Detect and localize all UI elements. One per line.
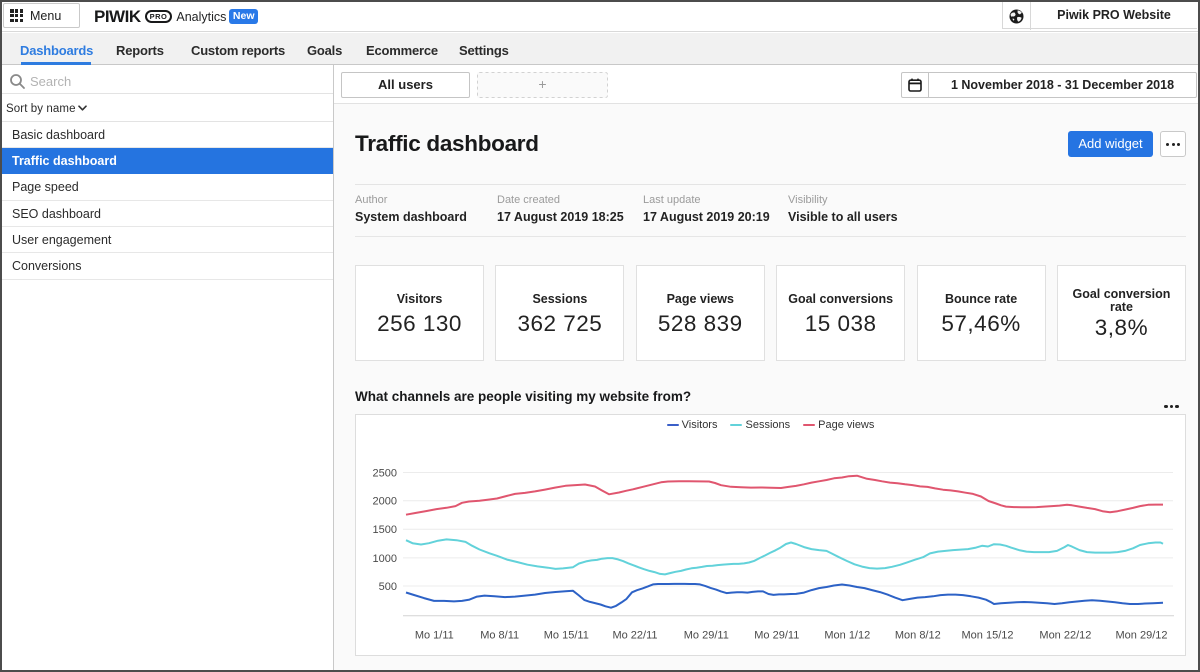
svg-text:1500: 1500 [373, 524, 397, 536]
svg-text:Mon 15/12: Mon 15/12 [962, 630, 1014, 642]
svg-text:500: 500 [379, 581, 397, 593]
svg-text:Mo 1/11: Mo 1/11 [415, 630, 454, 642]
svg-text:Mon 8/12: Mon 8/12 [895, 630, 941, 642]
svg-text:2500: 2500 [373, 467, 397, 479]
svg-text:2000: 2000 [373, 496, 397, 508]
svg-text:Mon 1/12: Mon 1/12 [824, 630, 870, 642]
svg-text:Mo 15/11: Mo 15/11 [544, 630, 589, 642]
svg-text:Mo 8/11: Mo 8/11 [480, 630, 519, 642]
svg-text:Mo 29/11: Mo 29/11 [754, 630, 799, 642]
svg-text:Mon 22/12: Mon 22/12 [1039, 630, 1091, 642]
svg-text:Mo 22/11: Mo 22/11 [612, 630, 657, 642]
svg-text:Mo 29/11: Mo 29/11 [684, 630, 729, 642]
svg-text:1000: 1000 [373, 553, 397, 565]
svg-text:Mon 29/12: Mon 29/12 [1116, 630, 1168, 642]
